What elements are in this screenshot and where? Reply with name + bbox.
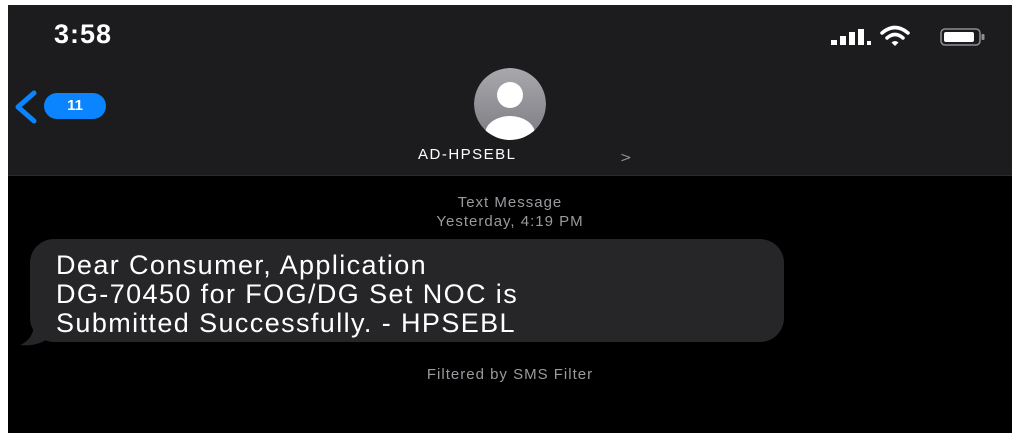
message-text: Dear Consumer, Application DG-70450 for … xyxy=(56,250,519,338)
messages-screen: 3:58 11 AD-HPSEBL > Text Message Yesterd… xyxy=(8,5,1012,433)
status-bar-time: 3:58 xyxy=(54,19,113,49)
message-timestamp: Yesterday, 4:19 PM xyxy=(436,213,584,230)
message-type-label: Text Message xyxy=(457,194,563,211)
wifi-icon xyxy=(880,25,910,46)
incoming-message-bubble[interactable]: Dear Consumer, Application DG-70450 for … xyxy=(30,239,784,342)
person-icon xyxy=(474,68,546,140)
conversation-header: 3:58 11 AD-HPSEBL > xyxy=(8,5,1012,176)
contact-avatar[interactable] xyxy=(444,68,576,140)
signal-icon xyxy=(831,29,871,45)
unread-count-badge: 11 xyxy=(44,93,106,119)
back-button[interactable]: 11 xyxy=(8,87,118,127)
chevron-left-icon xyxy=(15,90,37,124)
sms-filter-note: Filtered by SMS Filter xyxy=(426,366,594,383)
contact-name: AD-HPSEBL xyxy=(418,146,517,163)
chevron-right-icon: > xyxy=(620,150,632,166)
battery-icon xyxy=(940,28,985,46)
contact-name-button[interactable]: AD-HPSEBL > xyxy=(412,146,632,168)
